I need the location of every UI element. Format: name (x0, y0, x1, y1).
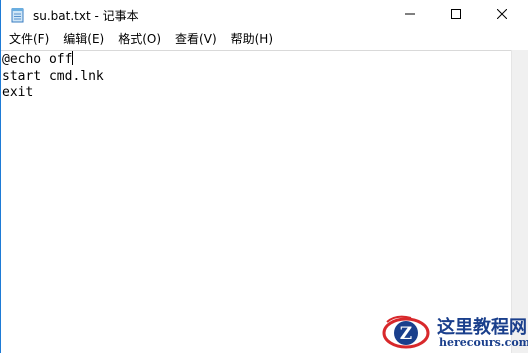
title-bar[interactable]: su.bat.txt - 记事本 (1, 0, 528, 30)
menu-format[interactable]: 格式(O) (111, 30, 168, 49)
menu-bar: 文件(F) 编辑(E) 格式(O) 查看(V) 帮助(H) (1, 30, 528, 49)
minimize-icon (405, 8, 415, 23)
close-icon (496, 8, 508, 23)
close-button[interactable] (479, 0, 525, 30)
notepad-window: su.bat.txt - 记事本 文件(F) 编辑(E) 格式(O) 查看(V)… (0, 0, 528, 354)
window-title: su.bat.txt - 记事本 (33, 9, 139, 23)
editor-line: exit (2, 85, 34, 100)
minimize-button[interactable] (387, 0, 433, 30)
vertical-scrollbar[interactable] (511, 50, 528, 353)
notepad-app-icon (11, 7, 25, 23)
watermark: Z 这里教程网 herecours.com (381, 310, 528, 353)
menu-view[interactable]: 查看(V) (168, 30, 224, 49)
editor-line: @echo off (2, 51, 74, 67)
maximize-button[interactable] (433, 0, 479, 30)
editor-line: start cmd.lnk (2, 68, 104, 84)
menu-file[interactable]: 文件(F) (1, 30, 56, 49)
text-editor[interactable]: @echo off start cmd.lnk exit (1, 50, 511, 354)
maximize-icon (451, 8, 461, 23)
watermark-logo-icon: Z (381, 312, 431, 352)
menu-edit[interactable]: 编辑(E) (56, 30, 111, 49)
svg-text:Z: Z (400, 324, 412, 344)
watermark-url: herecours.com (439, 336, 528, 349)
menu-help[interactable]: 帮助(H) (224, 30, 280, 49)
text-caret (72, 51, 74, 65)
